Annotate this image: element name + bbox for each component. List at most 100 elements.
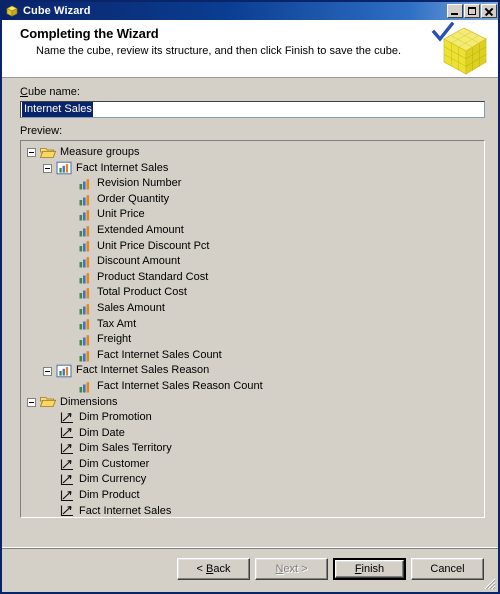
dimension-icon [59, 442, 75, 456]
collapse-toggle-icon[interactable] [43, 163, 52, 173]
tree-item[interactable]: Dim Customer [25, 457, 484, 473]
cube-name-label: Cube name: [20, 86, 80, 98]
tree-item-label: Extended Amount [97, 223, 184, 236]
tree-item[interactable]: Revision Number [25, 176, 484, 192]
wizard-header: Completing the Wizard Name the cube, rev… [2, 20, 498, 78]
tree-item-label: Order Quantity [97, 192, 170, 205]
button-bar: < Back Next > Finish Cancel [2, 547, 498, 592]
tree-item-label: Discount Amount [97, 255, 181, 268]
resize-grip[interactable] [483, 577, 496, 590]
yellow-cube-with-checkmark-icon [430, 21, 492, 78]
measure-icon [77, 255, 93, 269]
tree-item[interactable]: Fact Internet Sales [25, 504, 484, 517]
cube-icon [5, 4, 19, 18]
finish-button[interactable]: Finish [333, 558, 406, 580]
dimension-icon [59, 489, 75, 503]
measure-icon [77, 333, 93, 347]
measure-icon [77, 193, 93, 207]
finish-button-label: Finish [335, 560, 404, 578]
tree-item[interactable]: Unit Price Discount Pct [25, 239, 484, 255]
dimension-icon [59, 458, 75, 472]
collapse-toggle-icon[interactable] [43, 366, 52, 376]
tree-item-label: Fact Internet Sales Reason [76, 364, 210, 377]
cube-wizard-window: Cube Wizard Completing the Wizard Name t… [0, 0, 500, 594]
dimension-icon [59, 504, 75, 517]
preview-tree[interactable]: Measure groups Fact Internet Sales Revisio… [20, 140, 485, 518]
tree-item-label: Fact Internet Sales Count [97, 348, 222, 361]
maximize-button[interactable] [464, 4, 480, 18]
tree-item-label: Fact Internet Sales Reason Count [97, 379, 263, 392]
tree-item[interactable]: Order Quantity [25, 192, 484, 208]
tree-item-label: Freight [97, 333, 132, 346]
tree-item[interactable]: Freight [25, 332, 484, 348]
tree-item[interactable]: Tax Amt [25, 317, 484, 333]
tree-item[interactable]: Dimensions [25, 395, 484, 411]
preview-label: Preview: [20, 125, 63, 137]
tree-item-label: Revision Number [97, 177, 182, 190]
back-button-label: < Back [196, 563, 231, 575]
tree-item-label: Sales Amount [97, 301, 165, 314]
wizard-body: Cube name: Internet Sales Preview: Measu… [2, 78, 498, 547]
tree-item[interactable]: Dim Sales Territory [25, 441, 484, 457]
tree-item[interactable]: Discount Amount [25, 254, 484, 270]
measure-group-icon [56, 364, 72, 378]
tree-item-label: Dim Customer [79, 457, 150, 470]
tree-item[interactable]: Fact Internet Sales Reason Count [25, 379, 484, 395]
tree-item[interactable]: Total Product Cost [25, 285, 484, 301]
measure-icon [77, 177, 93, 191]
title-bar[interactable]: Cube Wizard [2, 2, 498, 20]
tree-item[interactable]: Dim Currency [25, 472, 484, 488]
open-folder-icon [39, 146, 57, 160]
tree-item-label: Dimensions [60, 395, 118, 408]
tree-item[interactable]: Dim Date [25, 426, 484, 442]
collapse-toggle-icon[interactable] [27, 397, 36, 407]
measure-icon [77, 317, 93, 331]
measure-icon [77, 349, 93, 363]
cube-name-input[interactable]: Internet Sales [20, 101, 485, 118]
close-button[interactable] [481, 4, 497, 18]
measure-icon [77, 224, 93, 238]
tree-item[interactable]: Measure groups [25, 145, 484, 161]
tree-item[interactable]: Extended Amount [25, 223, 484, 239]
tree-item-label: Fact Internet Sales [79, 504, 172, 517]
cube-name-value: Internet Sales [22, 102, 93, 117]
tree-item-label: Total Product Cost [97, 286, 187, 299]
tree-item-label: Unit Price Discount Pct [97, 239, 210, 252]
tree-item-label: Product Standard Cost [97, 270, 209, 283]
measure-icon [77, 239, 93, 253]
cancel-button[interactable]: Cancel [411, 558, 484, 580]
tree-item[interactable]: Sales Amount [25, 301, 484, 317]
tree-item-label: Dim Product [79, 489, 140, 502]
cancel-button-label: Cancel [430, 563, 465, 575]
next-button: Next > [255, 558, 328, 580]
page-title: Completing the Wizard [20, 26, 159, 41]
window-title: Cube Wizard [23, 5, 91, 17]
tree-item[interactable]: Dim Product [25, 488, 484, 504]
tree-item[interactable]: Fact Internet Sales [25, 161, 484, 177]
measure-group-icon [56, 161, 72, 175]
measure-icon [77, 286, 93, 300]
tree-item-label: Dim Sales Territory [79, 442, 172, 455]
dimension-icon [59, 411, 75, 425]
tree-item[interactable]: Product Standard Cost [25, 270, 484, 286]
dimension-icon [59, 473, 75, 487]
tree-item[interactable]: Fact Internet Sales Reason [25, 363, 484, 379]
tree-item[interactable]: Dim Promotion [25, 410, 484, 426]
tree-item-label: Measure groups [60, 146, 140, 158]
tree-item-label: Unit Price [97, 208, 145, 221]
tree-item-label: Dim Currency [79, 473, 147, 486]
measure-icon [77, 380, 93, 394]
measure-icon [77, 271, 93, 285]
tree-item-label: Fact Internet Sales [76, 161, 169, 174]
page-subtitle: Name the cube, review its structure, and… [36, 45, 402, 57]
dimension-icon [59, 426, 75, 440]
tree-item[interactable]: Unit Price [25, 207, 484, 223]
next-button-label: Next > [275, 563, 308, 575]
measure-icon [77, 208, 93, 222]
collapse-toggle-icon[interactable] [27, 148, 36, 158]
tree-item-label: Dim Promotion [79, 411, 152, 424]
back-button[interactable]: < Back [177, 558, 250, 580]
tree-item-label: Dim Date [79, 426, 125, 439]
minimize-button[interactable] [447, 4, 463, 18]
tree-item[interactable]: Fact Internet Sales Count [25, 348, 484, 364]
